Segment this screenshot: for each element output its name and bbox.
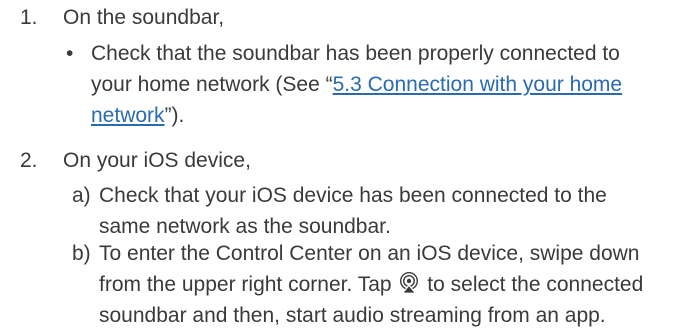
- sub-item-line-3: soundbar and then, start audio streaming…: [99, 304, 606, 327]
- sub-item-line-1: To enter the Control Center on an iOS de…: [99, 242, 640, 265]
- sub-item-text: To enter the Control Center on an iOS de…: [99, 238, 675, 331]
- step-heading: On your iOS device,: [63, 149, 251, 172]
- bullet-marker: •: [66, 42, 74, 65]
- bullet-line-2-text: your home network (See “: [91, 73, 333, 96]
- bullet-line-2: your home network (See “5.3 Connection w…: [91, 69, 671, 100]
- sub-item-line-1: Check that your iOS device has been conn…: [99, 184, 607, 207]
- bullet-line-3: network”).: [91, 100, 671, 131]
- sub-item-line-2: from the upper right corner. Tap to sele…: [99, 269, 675, 300]
- sub-item-line-2-pre: from the upper right corner. Tap: [99, 273, 392, 296]
- sub-item-text: Check that your iOS device has been conn…: [99, 180, 675, 242]
- step-number: 2.: [20, 149, 38, 172]
- bullet-line-1: Check that the soundbar has been properl…: [91, 42, 620, 65]
- airplay-audio-icon: [398, 271, 420, 294]
- section-link-part-1[interactable]: 5.3 Connection with your home: [333, 73, 623, 96]
- section-link-part-2[interactable]: network: [91, 104, 165, 127]
- bullet-line-3-text: ”).: [164, 104, 185, 127]
- step-number: 1.: [20, 6, 38, 29]
- step-heading: On the soundbar,: [63, 6, 225, 29]
- bullet-text: Check that the soundbar has been properl…: [91, 38, 671, 131]
- sub-item-marker: a): [72, 184, 91, 207]
- instruction-document: 1. On the soundbar, • Check that the sou…: [0, 0, 682, 327]
- sub-item-line-2-post: to select the connected: [427, 273, 644, 296]
- sub-item-marker: b): [72, 242, 91, 265]
